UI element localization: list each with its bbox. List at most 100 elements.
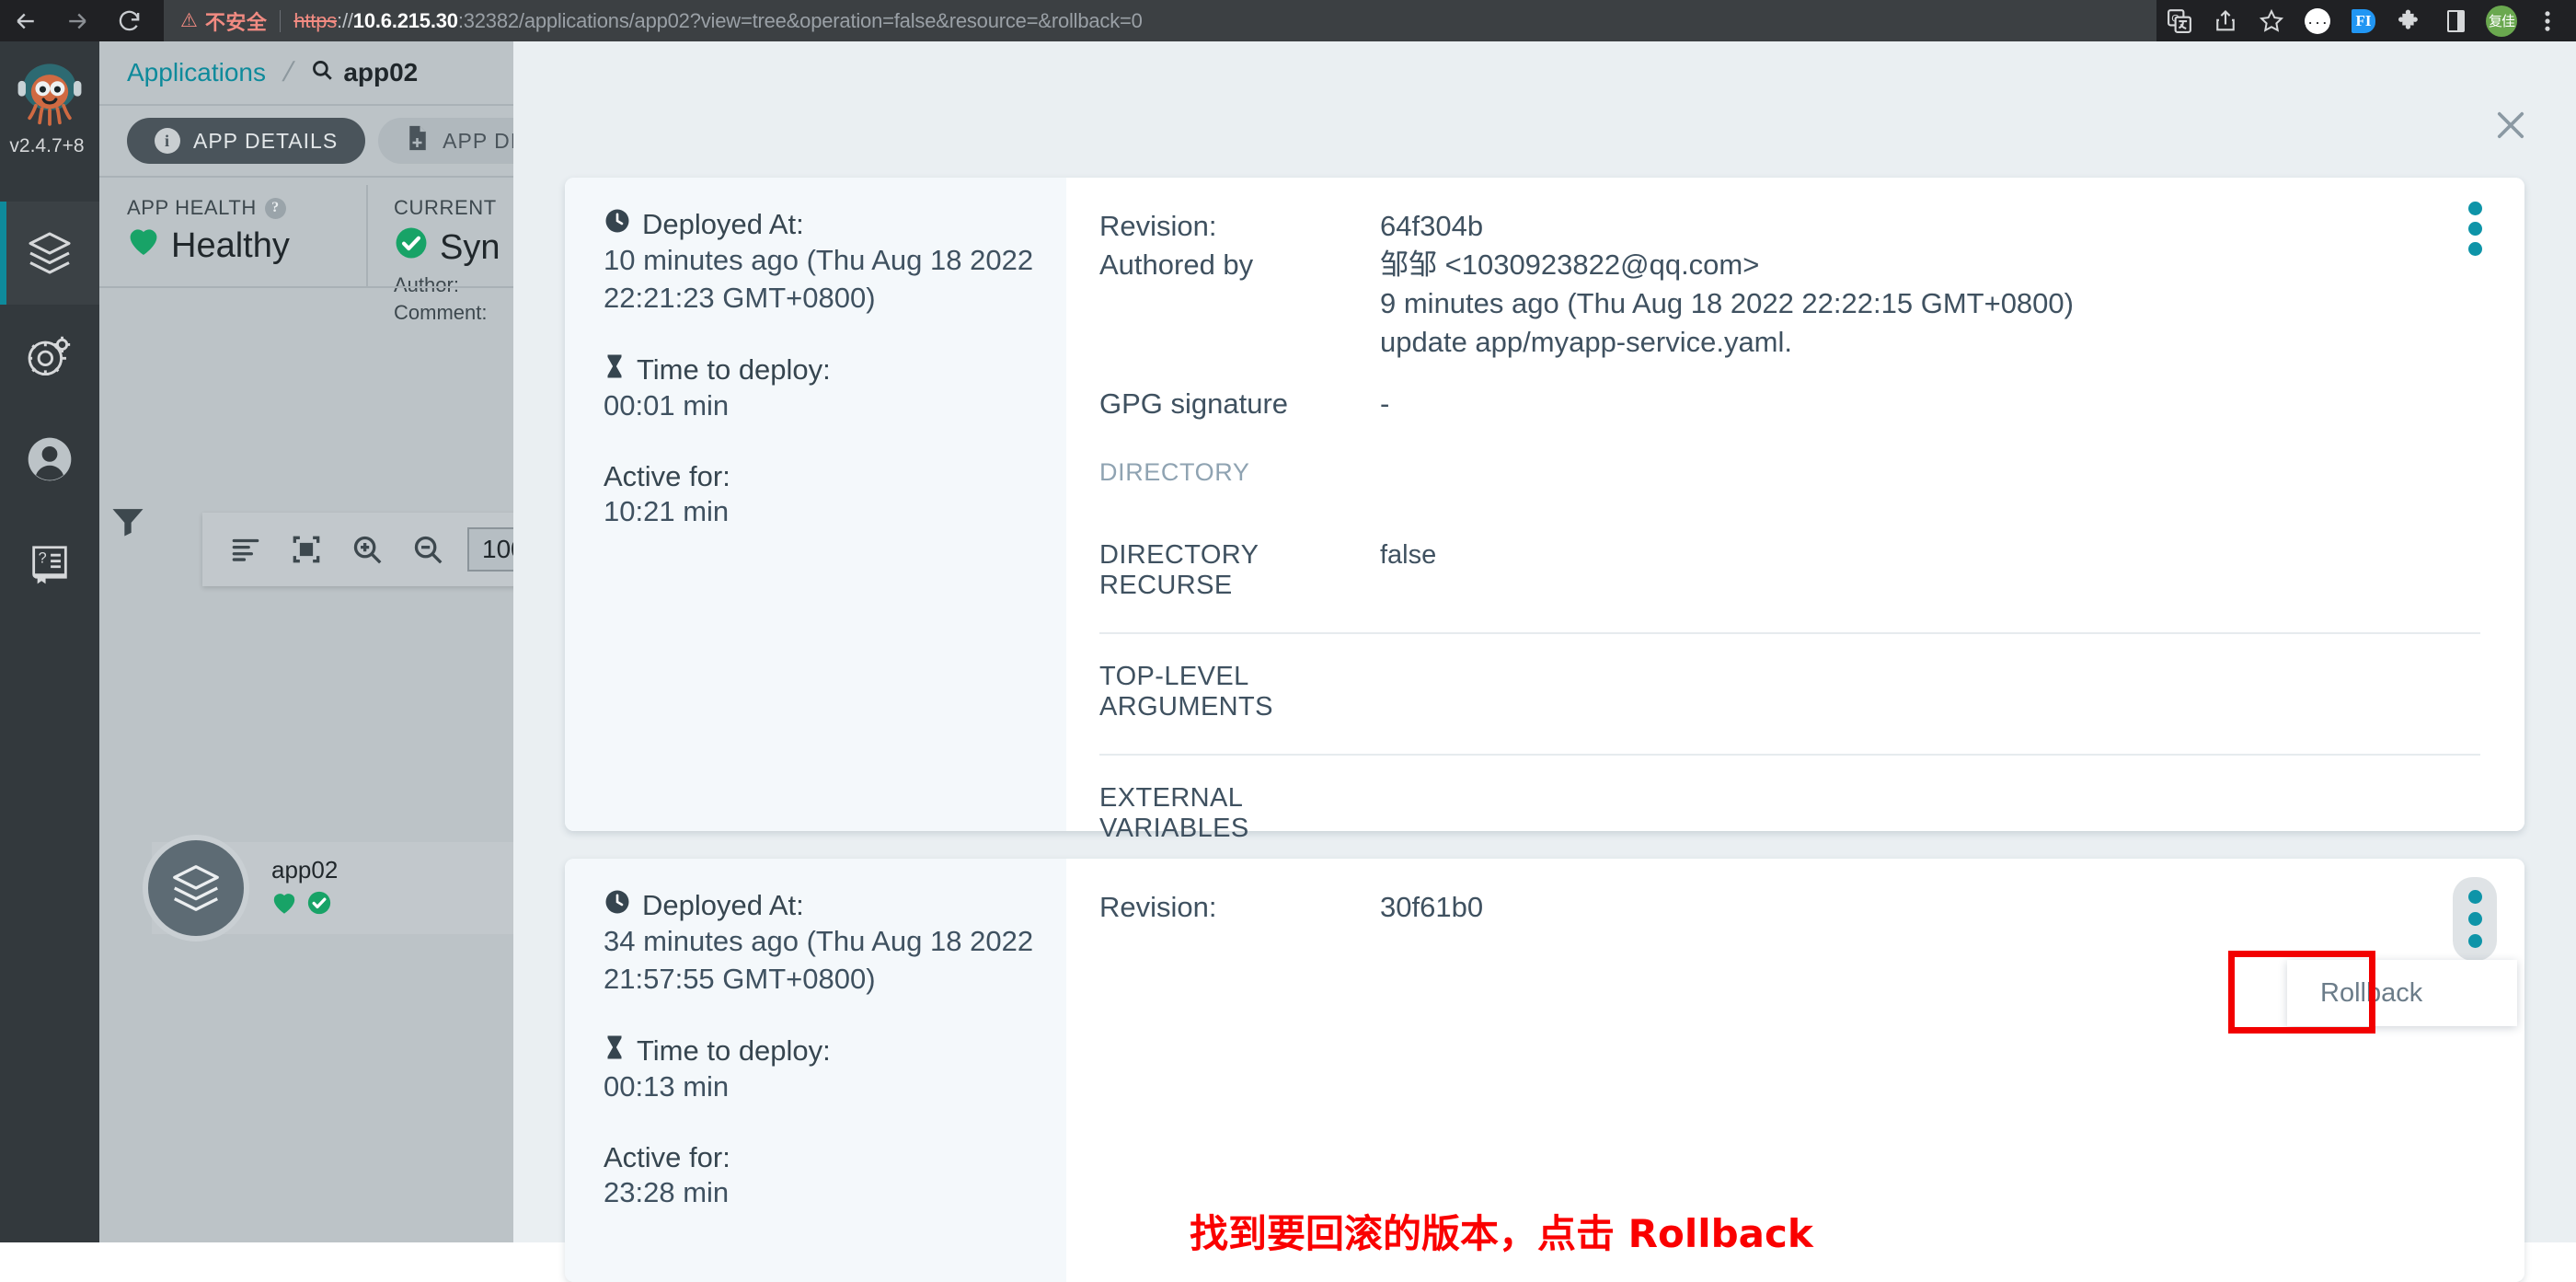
revision-history-overlay: Deployed At: 10 minutes ago (Thu Aug 18 … (513, 41, 2576, 1282)
sidebar-item-user-info[interactable] (0, 408, 99, 511)
deployed-at-value: 34 minutes ago (Thu Aug 18 2022 21:57:55… (604, 925, 1034, 995)
author-date: 9 minutes ago (Thu Aug 18 2022 22:22:15 … (1380, 286, 2074, 319)
help-icon[interactable]: ? (264, 197, 286, 219)
revision-value: 64f304b (1380, 210, 1484, 242)
kebab-dot (2467, 202, 2482, 215)
active-for-label: Active for: (604, 1140, 730, 1173)
rollback-menu-item[interactable]: Rollback (2287, 960, 2517, 1026)
app-health-label-wrap: APP HEALTH ? (127, 196, 366, 220)
check-circle-icon (306, 890, 332, 920)
hourglass-icon (604, 352, 626, 387)
braces-glyph: {...} (2300, 7, 2336, 34)
authored-by-values: 邹邹 <1030923822@qq.com> 9 minutes ago (Th… (1380, 246, 2524, 362)
breadcrumb-app-name: app02 (343, 58, 419, 87)
hourglass-icon (604, 1034, 626, 1068)
revision-label: Revision: (1099, 891, 1217, 923)
revision-card-summary: Deployed At: 34 minutes ago (Thu Aug 18 … (565, 859, 1066, 1282)
tree-node-name: app02 (271, 856, 339, 884)
annotation-text: 找到要回滚的版本，点击 Rollback (1190, 1211, 1813, 1256)
gpg-signature-value: - (1380, 387, 1390, 421)
active-for-value: 23:28 min (604, 1175, 730, 1208)
back-arrow-icon[interactable] (0, 0, 52, 41)
revision-row: Revision: 64f304b (1099, 207, 2524, 246)
clock-icon (604, 888, 631, 923)
extensions-puzzle-icon[interactable] (2386, 0, 2432, 41)
breadcrumb-applications-link[interactable]: Applications (127, 58, 266, 87)
heart-icon (127, 225, 160, 266)
gpg-signature-label: GPG signature (1099, 387, 1289, 421)
rollback-menu-label: Rollback (2320, 977, 2423, 1008)
heart-icon (271, 891, 297, 919)
top-level-arguments-row: TOP-LEVEL ARGUMENTS (1099, 662, 2524, 722)
share-icon[interactable] (2202, 0, 2248, 41)
authored-by-row: Authored by 邹邹 <1030923822@qq.com> 9 min… (1099, 246, 2524, 362)
side-panel-glyph (2446, 9, 2465, 32)
kebab-menu-icon[interactable] (2458, 202, 2491, 256)
fi-extension-icon[interactable]: FI (2340, 0, 2386, 41)
filter-icon[interactable] (99, 492, 156, 549)
deployed-at-value: 10 minutes ago (Thu Aug 18 2022 22:21:23… (604, 244, 1034, 314)
kebab-dot (2467, 222, 2482, 236)
kebab-dot (2467, 912, 2482, 926)
profile-avatar[interactable]: 复佳 (2478, 0, 2524, 41)
revision-label: Revision: (1099, 210, 1217, 242)
app-health-value-wrap: Healthy (127, 225, 366, 266)
top-level-arguments-label: TOP-LEVEL ARGUMENTS (1099, 662, 1273, 722)
file-diff-icon (406, 124, 430, 157)
argo-octopus-logo[interactable] (11, 56, 88, 133)
kebab-menu-icon[interactable] (2453, 877, 2497, 961)
close-icon[interactable] (2484, 98, 2537, 152)
app-health-card: APP HEALTH ? Healthy (99, 179, 366, 290)
authored-by-label: Authored by (1099, 248, 1254, 281)
directory-recurse-label: DIRECTORY RECURSE (1099, 540, 1259, 601)
deployed-at-label-wrap: Deployed At: (604, 888, 1066, 923)
url-scheme: https (293, 8, 338, 32)
directory-recurse-value: false (1380, 540, 1437, 571)
url-path: :32382/applications/app02?view=tree&oper… (457, 8, 1143, 32)
list-layout-icon[interactable] (215, 513, 276, 586)
check-circle-icon (394, 225, 429, 270)
time-to-deploy-block: Time to deploy: 00:13 min (604, 1034, 1066, 1106)
app-health-value: Healthy (171, 225, 290, 265)
zoom-out-icon[interactable] (397, 513, 458, 586)
side-panel-icon[interactable] (2432, 0, 2478, 41)
zoom-in-icon[interactable] (337, 513, 397, 586)
time-to-deploy-label-wrap: Time to deploy: (604, 1034, 1066, 1068)
author-value: 邹邹 <1030923822@qq.com> (1380, 248, 1760, 281)
translate-icon[interactable]: G (2156, 0, 2202, 41)
kebab-dot (2467, 890, 2482, 904)
revision-card-details: Revision: 64f304b Authored by 邹邹 <103092… (1066, 178, 2524, 843)
braces-extension-icon[interactable]: {...} (2294, 0, 2340, 41)
sidebar-item-applications[interactable] (0, 202, 99, 305)
revision-value: 30f61b0 (1380, 891, 1484, 923)
breadcrumb-current: app02 (310, 58, 418, 88)
url-separator: :// (337, 8, 353, 32)
deployed-at-label: Deployed At: (642, 208, 804, 240)
address-bar[interactable]: ⚠ 不安全 https://10.6.215.30:32382/applicat… (164, 0, 2156, 41)
external-variables-label: EXTERNAL VARIABLES (1099, 783, 1249, 844)
active-for-label: Active for: (604, 459, 730, 492)
fi-glyph: FI (2352, 8, 2375, 33)
sidebar-item-documentation[interactable]: ? (0, 511, 99, 614)
tab-app-details[interactable]: i APP DETAILS (127, 118, 366, 164)
revision-card: Deployed At: 10 minutes ago (Thu Aug 18 … (565, 178, 2524, 843)
fit-to-screen-icon[interactable] (276, 513, 337, 586)
svg-text:?: ? (39, 549, 47, 566)
bookmark-star-icon[interactable] (2248, 0, 2294, 41)
time-to-deploy-label: Time to deploy: (637, 1034, 831, 1067)
time-to-deploy-label-wrap: Time to deploy: (604, 352, 1066, 387)
three-dot-menu-icon[interactable] (2524, 0, 2570, 41)
reload-icon[interactable] (103, 0, 155, 41)
kebab-dot (2467, 242, 2482, 256)
deployed-at-label-wrap: Deployed At: (604, 207, 1066, 242)
forward-arrow-icon[interactable] (52, 0, 103, 41)
app-health-label: APP HEALTH (127, 196, 257, 219)
url-host: 10.6.215.30 (352, 8, 458, 32)
deployed-at-block: Deployed At: 10 minutes ago (Thu Aug 18 … (604, 207, 1066, 318)
author-message: update app/myapp-service.yaml. (1380, 325, 1793, 358)
revision-card-summary: Deployed At: 10 minutes ago (Thu Aug 18 … (565, 178, 1066, 831)
search-icon[interactable] (310, 58, 334, 88)
divider (1099, 632, 2480, 635)
layers-icon (143, 835, 249, 941)
sidebar-item-settings[interactable] (0, 305, 99, 408)
